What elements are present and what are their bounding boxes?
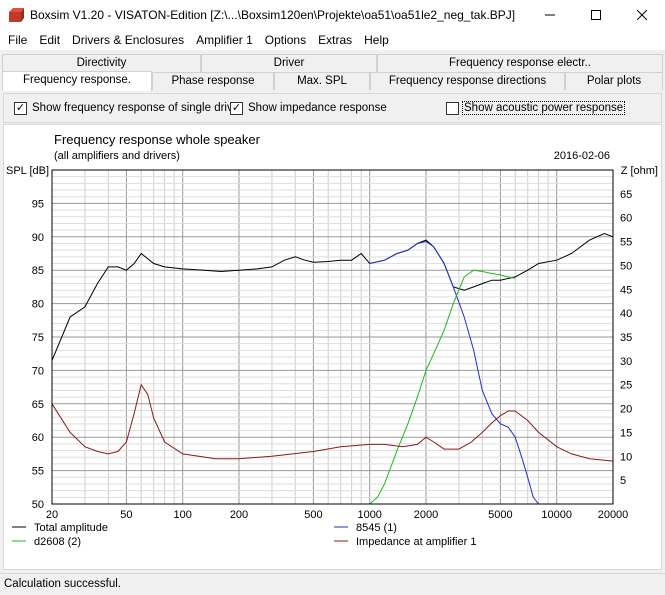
impedance-label[interactable]: Show impedance response — [248, 102, 387, 114]
frequency-response-chart: 20 50 100 200 500 1000 2000 5000 10000 2000050556… — [6, 132, 658, 548]
menu-edit[interactable]: Edit — [33, 33, 66, 47]
minimize-button[interactable] — [527, 0, 573, 30]
tab-max-spl[interactable]: Max. SPL — [274, 72, 370, 90]
close-button[interactable] — [619, 0, 665, 30]
menu-options[interactable]: Options — [259, 33, 312, 47]
y2-tick-label: 25 — [620, 380, 632, 392]
series-line-2 — [52, 269, 516, 505]
legend-label: Impedance at amplifier 1 — [356, 536, 476, 548]
x-tick-label: 100 — [174, 509, 192, 521]
tab-strip: Directivity Driver Frequency response el… — [0, 52, 665, 92]
chart-date: 2016-02-06 — [554, 150, 610, 162]
y-tick-label: 95 — [32, 198, 44, 210]
tab-driver[interactable]: Driver — [201, 54, 377, 72]
x-tick-label: 200 — [230, 509, 248, 521]
x-tick-label: 1000 — [357, 509, 381, 521]
menu-drivers-enclosures[interactable]: Drivers & Enclosures — [66, 33, 190, 47]
tab-frequency-response-directions[interactable]: Frequency response directions — [370, 72, 565, 90]
legend-label: d2608 (2) — [34, 536, 81, 548]
x-tick-label: 2000 — [414, 509, 438, 521]
y-tick-label: 65 — [32, 399, 44, 411]
y-tick-label: 85 — [32, 265, 44, 277]
y-tick-label: 90 — [32, 232, 44, 244]
maximize-button[interactable] — [573, 0, 619, 30]
legend-label: 8545 (1) — [356, 522, 397, 534]
y-tick-label: 80 — [32, 299, 44, 311]
chart-title: Frequency response whole speaker — [54, 132, 261, 147]
acoustic-power-checkbox[interactable] — [446, 102, 459, 115]
y2-tick-label: 55 — [620, 237, 632, 249]
y-tick-label: 75 — [32, 332, 44, 344]
chart-grid — [51, 169, 614, 505]
chart-legend: Total amplitude 8545 (1) d2608 (2) Impedanc… — [12, 522, 476, 548]
x-tick-label: 20000 — [598, 509, 629, 521]
menu-help[interactable]: Help — [358, 33, 395, 47]
status-bar: Calculation successful. — [0, 573, 665, 595]
minimize-icon — [545, 14, 555, 16]
y2-tick-label: 15 — [620, 427, 632, 439]
window-title: Boxsim V1.20 - VISATON-Edition [Z:\...\B… — [30, 8, 516, 22]
chart-ticks: 20 50 100 200 500 1000 2000 5000 10000 2000050556… — [32, 189, 633, 521]
impedance-checkbox[interactable]: ✓ — [230, 102, 243, 115]
maximize-icon — [591, 10, 601, 20]
y-axis-label: SPL [dB] — [6, 165, 49, 177]
menu-file[interactable]: File — [2, 33, 33, 47]
x-tick-label: 5000 — [488, 509, 512, 521]
status-text: Calculation successful. — [4, 578, 121, 590]
tab-directivity[interactable]: Directivity — [2, 54, 201, 72]
options-panel: ✓ Show frequency response of single driv… — [3, 93, 662, 123]
y2-tick-label: 35 — [620, 332, 632, 344]
x-tick-label: 10000 — [541, 509, 572, 521]
close-icon — [637, 10, 647, 20]
x-tick-label: 20 — [46, 509, 58, 521]
legend-label: Total amplitude — [34, 522, 108, 534]
y2-tick-label: 5 — [620, 475, 626, 487]
tab-polar-plots[interactable]: Polar plots — [565, 72, 663, 90]
tab-frequency-response[interactable]: Frequency response. — [2, 71, 152, 91]
x-tick-label: 500 — [304, 509, 322, 521]
single-drive-checkbox[interactable]: ✓ — [14, 102, 27, 115]
single-drive-label[interactable]: Show frequency response of single drive — [32, 102, 239, 114]
y2-tick-label: 65 — [620, 189, 632, 201]
chart-subtitle: (all amplifiers and drivers) — [54, 150, 180, 162]
tab-frequency-response-electr[interactable]: Frequency response electr.. — [377, 54, 663, 72]
y2-tick-label: 10 — [620, 451, 632, 463]
app-icon — [9, 8, 24, 22]
y2-tick-label: 40 — [620, 308, 632, 320]
y2-tick-label: 45 — [620, 284, 632, 296]
x-tick-label: 50 — [120, 509, 132, 521]
menu-amplifier[interactable]: Amplifier 1 — [190, 33, 259, 47]
y-tick-label: 60 — [32, 432, 44, 444]
chart-panel: 20 50 100 200 500 1000 2000 5000 10000 20000 50 55 6… — [3, 124, 662, 570]
y-tick-label: 55 — [32, 466, 44, 478]
window-controls — [527, 0, 665, 30]
tab-phase-response[interactable]: Phase response — [152, 72, 274, 90]
y2-tick-label: 20 — [620, 404, 632, 416]
title-bar: Boxsim V1.20 - VISATON-Edition [Z:\...\B… — [0, 0, 665, 30]
y-tick-label: 50 — [32, 499, 44, 511]
y2-axis-label: Z [ohm] — [621, 165, 658, 177]
menu-bar: File Edit Drivers & Enclosures Amplifier… — [0, 30, 665, 50]
y2-tick-label: 60 — [620, 213, 632, 225]
y2-tick-label: 50 — [620, 260, 632, 272]
y2-tick-label: 30 — [620, 356, 632, 368]
menu-extras[interactable]: Extras — [312, 33, 358, 47]
acoustic-power-label[interactable]: Show acoustic power response — [462, 101, 626, 115]
y-tick-label: 70 — [32, 365, 44, 377]
series-line-3 — [51, 383, 614, 462]
